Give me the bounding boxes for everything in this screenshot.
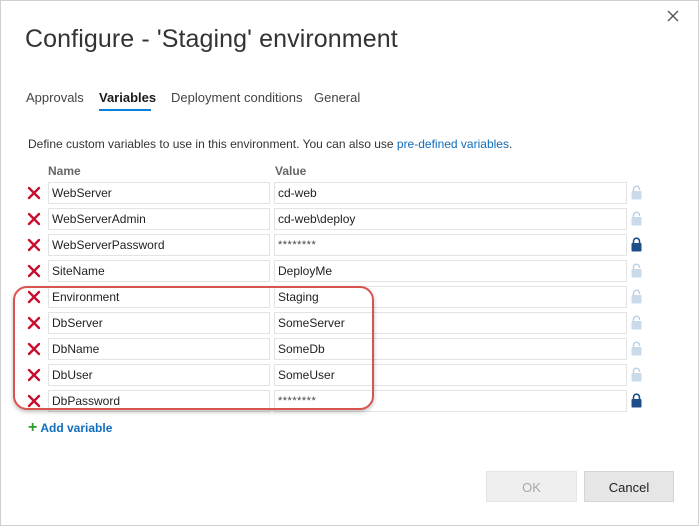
active-tab-underline <box>99 109 151 111</box>
variable-value-input[interactable]: SomeUser <box>274 364 627 386</box>
variable-name-input[interactable]: WebServer <box>48 182 270 204</box>
tab-deployment-conditions[interactable]: Deployment conditions <box>171 90 303 105</box>
description-text: Define custom variables to use in this e… <box>28 137 397 151</box>
close-icon <box>667 10 679 22</box>
variable-value-input[interactable]: ******** <box>274 390 627 412</box>
close-button[interactable] <box>663 6 683 26</box>
variable-row: DbUser SomeUser <box>1 364 698 386</box>
variable-name-input[interactable]: Environment <box>48 286 270 308</box>
add-variable-label: Add variable <box>40 421 113 435</box>
lock-open-icon[interactable] <box>631 341 642 356</box>
delete-icon[interactable] <box>27 290 41 304</box>
variable-value-input[interactable]: cd-web\deploy <box>274 208 627 230</box>
delete-icon[interactable] <box>27 394 41 408</box>
delete-icon[interactable] <box>27 342 41 356</box>
tab-approvals[interactable]: Approvals <box>26 90 84 105</box>
variable-name-input[interactable]: WebServerAdmin <box>48 208 270 230</box>
variable-row: WebServerAdmin cd-web\deploy <box>1 208 698 230</box>
variable-row: DbPassword ******** <box>1 390 698 412</box>
add-variable-button[interactable]: + Add variable <box>28 419 112 437</box>
variable-name-input[interactable]: DbServer <box>48 312 270 334</box>
variable-value-input[interactable]: Staging <box>274 286 627 308</box>
variable-row: Environment Staging <box>1 286 698 308</box>
description-suffix: . <box>508 137 513 151</box>
variable-name-input[interactable]: DbName <box>48 338 270 360</box>
variable-row: SiteName DeployMe <box>1 260 698 282</box>
lock-open-icon[interactable] <box>631 289 642 304</box>
configure-environment-dialog: Configure - 'Staging' environment Approv… <box>0 0 699 526</box>
name-column-header: Name <box>48 164 81 178</box>
delete-icon[interactable] <box>27 264 41 278</box>
tab-variables[interactable]: Variables <box>99 90 156 105</box>
variable-row: DbServer SomeServer <box>1 312 698 334</box>
lock-open-icon[interactable] <box>631 211 642 226</box>
delete-icon[interactable] <box>27 368 41 382</box>
lock-open-icon[interactable] <box>631 367 642 382</box>
variable-value-input[interactable]: DeployMe <box>274 260 627 282</box>
variable-value-input[interactable]: SomeServer <box>274 312 627 334</box>
variable-value-input[interactable]: cd-web <box>274 182 627 204</box>
variable-row: WebServer cd-web <box>1 182 698 204</box>
variable-value-input[interactable]: SomeDb <box>274 338 627 360</box>
variable-name-input[interactable]: SiteName <box>48 260 270 282</box>
lock-open-icon[interactable] <box>631 315 642 330</box>
delete-icon[interactable] <box>27 212 41 226</box>
delete-icon[interactable] <box>27 186 41 200</box>
tab-general[interactable]: General <box>314 90 360 105</box>
variable-row: WebServerPassword ******** <box>1 234 698 256</box>
delete-icon[interactable] <box>27 316 41 330</box>
lock-closed-icon[interactable] <box>631 237 642 252</box>
delete-icon[interactable] <box>27 238 41 252</box>
variable-name-input[interactable]: DbUser <box>48 364 270 386</box>
cancel-button[interactable]: Cancel <box>584 471 674 502</box>
dialog-title: Configure - 'Staging' environment <box>25 25 398 53</box>
ok-button[interactable]: OK <box>486 471 577 502</box>
plus-icon: + <box>28 419 38 436</box>
variable-value-input[interactable]: ******** <box>274 234 627 256</box>
variable-name-input[interactable]: DbPassword <box>48 390 270 412</box>
lock-open-icon[interactable] <box>631 185 642 200</box>
predefined-variables-link[interactable]: pre-defined variables <box>397 137 509 151</box>
variable-name-input[interactable]: WebServerPassword <box>48 234 270 256</box>
variable-row: DbName SomeDb <box>1 338 698 360</box>
lock-closed-icon[interactable] <box>631 393 642 408</box>
variables-description: Define custom variables to use in this e… <box>28 137 512 151</box>
lock-open-icon[interactable] <box>631 263 642 278</box>
value-column-header: Value <box>275 164 307 178</box>
